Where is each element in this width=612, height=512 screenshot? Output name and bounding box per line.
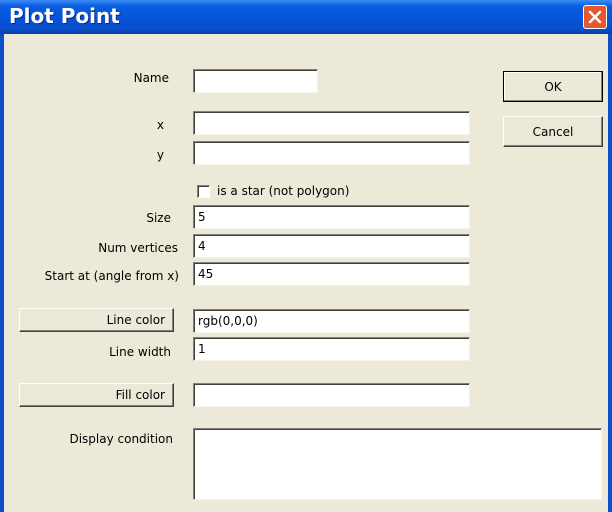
- window-frame-left: [0, 34, 4, 512]
- star-checkbox-label: is a star (not polygon): [217, 184, 350, 198]
- line-color-input[interactable]: [193, 309, 470, 333]
- window-title: Plot Point: [9, 4, 120, 28]
- y-input[interactable]: [193, 141, 470, 165]
- x-label: x: [156, 118, 164, 132]
- line-width-input[interactable]: [193, 337, 470, 361]
- window-frame-right: [608, 34, 612, 512]
- close-icon: [588, 10, 602, 24]
- num-vertices-label: Num vertices: [98, 241, 178, 255]
- fill-color-button-label: Fill color: [115, 388, 165, 402]
- star-checkbox[interactable]: [197, 185, 210, 198]
- x-input[interactable]: [193, 111, 470, 135]
- start-angle-input[interactable]: [193, 262, 470, 286]
- ok-button[interactable]: OK: [503, 71, 603, 102]
- start-angle-label: Start at (angle from x): [44, 269, 179, 283]
- cancel-button[interactable]: Cancel: [503, 116, 603, 147]
- display-condition-input[interactable]: [193, 428, 602, 500]
- fill-color-button[interactable]: Fill color: [19, 383, 174, 407]
- num-vertices-input[interactable]: [193, 234, 470, 258]
- ok-button-label: OK: [544, 79, 562, 94]
- close-button[interactable]: [583, 5, 607, 29]
- display-condition-label: Display condition: [69, 432, 173, 446]
- y-label: y: [156, 148, 164, 162]
- line-color-button[interactable]: Line color: [19, 308, 174, 332]
- line-color-button-label: Line color: [106, 313, 165, 327]
- name-input[interactable]: [193, 69, 318, 93]
- size-label: Size: [146, 211, 171, 225]
- line-width-label: Line width: [109, 345, 171, 359]
- cancel-button-label: Cancel: [532, 124, 574, 139]
- fill-color-input[interactable]: [193, 383, 470, 407]
- title-bar[interactable]: Plot Point: [0, 0, 612, 34]
- name-label: Name: [133, 71, 169, 85]
- size-input[interactable]: [193, 205, 470, 229]
